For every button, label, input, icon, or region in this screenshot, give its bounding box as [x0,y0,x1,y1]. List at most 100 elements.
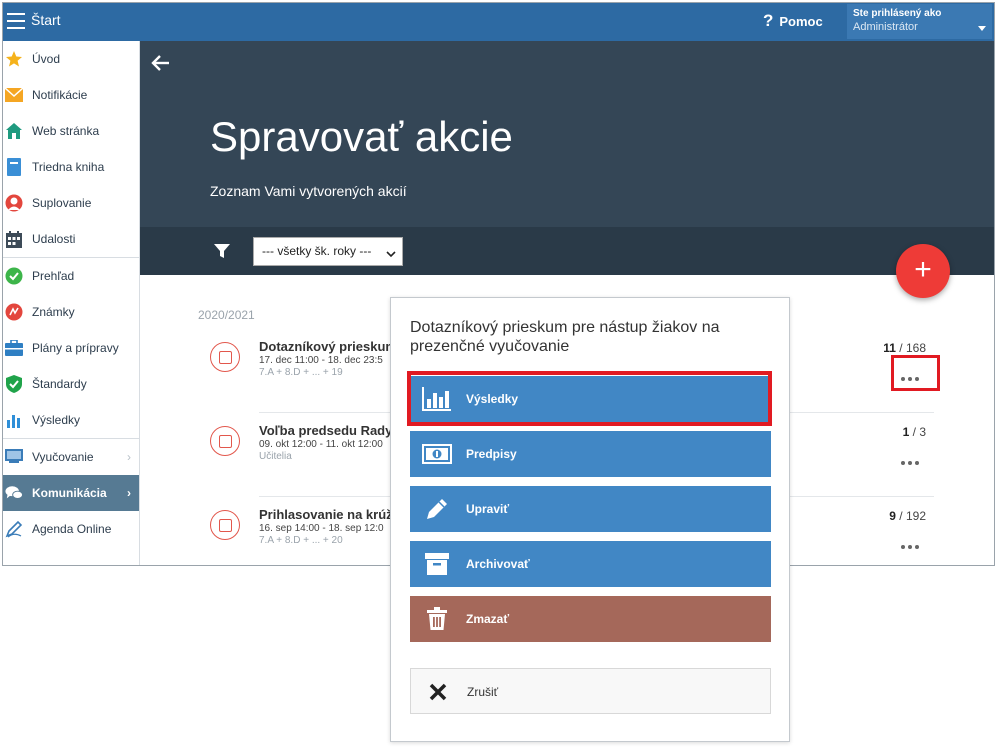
more-options-icon[interactable] [886,446,934,482]
sidebar-item-standardy[interactable]: Štandardy [3,366,139,402]
top-bar: Štart ? Pomoc Ste prihlásený ako Administ… [3,3,994,41]
edit-button[interactable]: Upraviť [410,486,771,532]
delete-button[interactable]: Zmazať [410,596,771,642]
pencil-icon [422,495,452,523]
button-label: Predpisy [466,447,517,461]
event-dates: 17. dec 11:00 - 18. dec 23:5 [259,355,383,366]
event-response-count: 11 / 168 [883,341,926,355]
event-response-count: 9 / 192 [889,509,926,523]
sidebar-item-label: Štandardy [32,377,87,391]
event-recipients: 7.A + 8.D + ... + 20 [259,535,343,546]
back-arrow-icon[interactable] [150,52,172,74]
sidebar-item-komunikacia[interactable]: Komunikácia › [3,475,139,511]
help-link[interactable]: ? Pomoc [763,11,823,31]
filter-bar: --- všetky šk. roky --- [140,227,994,275]
chat-icon [5,484,23,502]
sidebar-item-uvod[interactable]: Úvod [3,41,139,77]
event-status-icon [210,510,240,540]
dialog-title: Dotazníkový prieskum pre nástup žiakov n… [410,319,720,355]
sidebar-item-udalosti[interactable]: Udalosti [3,221,139,257]
sidebar-item-label: Výsledky [32,413,81,427]
envelope-icon [5,86,23,104]
hamburger-menu-icon[interactable] [7,13,25,29]
sidebar-item-triedna-kniha[interactable]: Triedna kniha [3,149,139,185]
page-subtitle: Zoznam Vami vytvorených akcií [210,183,407,199]
sidebar-item-label: Úvod [32,52,61,66]
help-label: Pomoc [779,14,823,29]
home-icon [5,122,23,140]
event-title: Prihlasovanie na krúž [259,507,393,522]
logged-in-label: Ste prihlásený ako [853,8,942,19]
count-separator: / [895,341,906,355]
sidebar-item-notifikacie[interactable]: Notifikácie [3,77,139,113]
count-total: 3 [919,425,926,439]
count-done: 11 [883,341,896,355]
button-label: Zmazať [466,612,510,626]
button-label: Upraviť [466,502,510,516]
year-filter-value: --- všetky šk. roky --- [262,244,372,258]
calendar-icon [5,230,23,248]
event-title: Dotazníkový prieskum [259,339,397,354]
add-event-button[interactable]: + [896,244,950,298]
event-recipients: 7.A + 8.D + ... + 19 [259,367,343,378]
event-status-icon [210,342,240,372]
count-total: 168 [905,341,926,355]
button-label: Archivovať [466,557,530,571]
book-icon [5,158,23,176]
sidebar-item-agenda-online[interactable]: Agenda Online [3,511,139,547]
shield-check-icon [5,375,23,393]
app-title[interactable]: Štart [31,12,61,28]
user-name: Administrátor [853,21,918,33]
sidebar-item-label: Udalosti [32,232,76,246]
page-title: Spravovať akcie [210,113,513,160]
sidebar-item-label: Prehľad [32,269,75,283]
highlight-box [891,355,940,391]
briefcase-icon [5,339,23,357]
chevron-down-icon [978,26,986,31]
archive-button[interactable]: Archivovať [410,541,771,587]
sidebar-item-plany[interactable]: Plány a prípravy [3,330,139,366]
button-label: Zrušiť [467,685,499,699]
filter-icon[interactable] [214,244,230,264]
chevron-right-icon: › [127,450,131,464]
sidebar-item-label: Agenda Online [32,522,112,536]
sidebar-item-suplovanie[interactable]: Suplovanie [3,185,139,221]
regulations-button[interactable]: Predpisy [410,431,771,477]
event-recipients: Učitelia [259,451,292,462]
bar-chart-icon [5,411,23,429]
page-header: Spravovať akcie Zoznam Vami vytvorených … [140,41,994,227]
sidebar-item-web-stranka[interactable]: Web stránka [3,113,139,149]
chevron-down-icon [386,247,396,261]
sidebar-item-vysledky[interactable]: Výsledky [3,402,139,438]
sidebar-item-label: Známky [32,305,75,319]
event-dates: 09. okt 12:00 - 11. okt 12:00 [259,439,383,450]
teaching-icon [5,448,23,466]
count-separator: / [895,509,906,523]
event-title: Voľba predsedu Rady [259,423,393,438]
grade-icon [5,303,23,321]
sidebar-item-prehlad[interactable]: Prehľad [3,258,139,294]
year-filter-select[interactable]: --- všetky šk. roky --- [253,237,403,266]
sidebar-item-znamky[interactable]: Známky [3,294,139,330]
sidebar-item-label: Triedna kniha [32,160,105,174]
school-year-label: 2020/2021 [198,308,255,322]
sidebar: Úvod Notifikácie Web stránka Triedna kni… [3,41,140,565]
sidebar-item-label: Suplovanie [32,196,92,210]
cancel-button[interactable]: Zrušiť [410,668,771,714]
event-actions-dialog: Dotazníkový prieskum pre nástup žiakov n… [390,297,790,742]
chevron-right-icon: › [127,486,131,500]
user-menu[interactable]: Ste prihlásený ako Administrátor [847,4,992,39]
pen-icon [5,520,23,538]
sidebar-item-label: Web stránka [32,124,100,138]
event-dates: 16. sep 14:00 - 18. sep 12:0 [259,523,384,534]
sidebar-item-label: Komunikácia [32,486,107,500]
event-response-count: 1 / 3 [903,425,926,439]
close-icon [423,678,453,706]
count-separator: / [909,425,920,439]
sidebar-item-label: Plány a prípravy [32,341,119,355]
sidebar-item-label: Notifikácie [32,88,88,102]
more-options-icon[interactable] [886,530,934,566]
event-status-icon [210,426,240,456]
sidebar-item-vyucovanie[interactable]: Vyučovanie › [3,439,139,475]
check-circle-icon [5,267,23,285]
